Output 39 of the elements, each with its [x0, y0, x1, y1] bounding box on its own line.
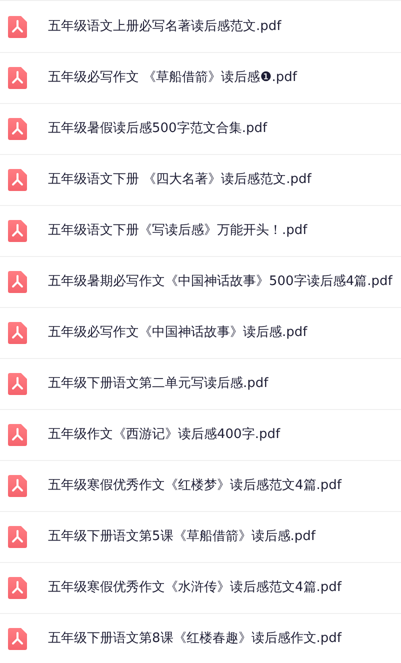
file-name: 五年级寒假优秀作文《水浒传》读后感范文4篇.pdf — [48, 579, 342, 598]
file-name: 五年级作文《西游记》读后感400字.pdf — [48, 426, 280, 444]
file-row[interactable]: 五年级语文下册 《四大名著》读后感范文.pdf — [0, 155, 401, 206]
file-name: 五年级暑假读后感500字范文合集.pdf — [48, 120, 268, 138]
file-row[interactable]: 五年级语文上册必写名著读后感范文.pdf — [0, 2, 401, 53]
file-row[interactable]: 五年级必写作文 《草船借箭》读后感❶.pdf — [0, 53, 401, 104]
file-row[interactable]: 五年级暑期必写作文《中国神话故事》500字读后感4篇.pdf — [0, 257, 401, 308]
pdf-file-icon — [8, 322, 27, 344]
file-row[interactable]: 五年级寒假优秀作文《红楼梦》读后感范文4篇.pdf — [0, 461, 401, 512]
file-name: 五年级语文下册《写读后感》万能开头！.pdf — [48, 222, 308, 240]
file-row[interactable]: 五年级下册语文第8课《红楼春趣》读后感作文.pdf — [0, 614, 401, 663]
pdf-file-icon — [8, 220, 27, 242]
file-row[interactable]: 五年级语文下册《写读后感》万能开头！.pdf — [0, 206, 401, 257]
pdf-file-icon — [8, 271, 27, 293]
file-row[interactable]: 五年级下册语文第二单元写读后感.pdf — [0, 359, 401, 410]
pdf-file-icon — [8, 628, 27, 650]
file-name: 五年级暑期必写作文《中国神话故事》500字读后感4篇.pdf — [48, 273, 392, 292]
pdf-file-icon — [8, 169, 27, 191]
file-row[interactable]: 五年级必写作文《中国神话故事》读后感.pdf — [0, 308, 401, 359]
pdf-file-icon — [8, 424, 27, 446]
file-name: 五年级必写作文《中国神话故事》读后感.pdf — [48, 324, 308, 342]
file-name: 五年级语文下册 《四大名著》读后感范文.pdf — [48, 171, 312, 190]
file-row[interactable]: 五年级下册语文第5课《草船借箭》读后感.pdf — [0, 512, 401, 563]
file-row[interactable]: 五年级寒假优秀作文《水浒传》读后感范文4篇.pdf — [0, 563, 401, 614]
pdf-file-icon — [8, 373, 27, 395]
file-name: 五年级寒假优秀作文《红楼梦》读后感范文4篇.pdf — [48, 477, 342, 496]
file-name: 五年级下册语文第8课《红楼春趣》读后感作文.pdf — [48, 630, 342, 648]
file-row[interactable]: 五年级作文《西游记》读后感400字.pdf — [0, 410, 401, 461]
file-name: 五年级下册语文第二单元写读后感.pdf — [48, 375, 268, 394]
file-row[interactable]: 五年级暑假读后感500字范文合集.pdf — [0, 104, 401, 155]
pdf-file-icon — [8, 118, 27, 140]
pdf-file-icon — [8, 67, 27, 89]
pdf-file-icon — [8, 526, 27, 548]
file-name: 五年级必写作文 《草船借箭》读后感❶.pdf — [48, 69, 297, 88]
pdf-file-icon — [8, 577, 27, 599]
file-name: 五年级语文上册必写名著读后感范文.pdf — [48, 18, 282, 36]
file-name: 五年级下册语文第5课《草船借箭》读后感.pdf — [48, 528, 316, 546]
pdf-file-icon — [8, 16, 27, 38]
pdf-file-icon — [8, 475, 27, 497]
